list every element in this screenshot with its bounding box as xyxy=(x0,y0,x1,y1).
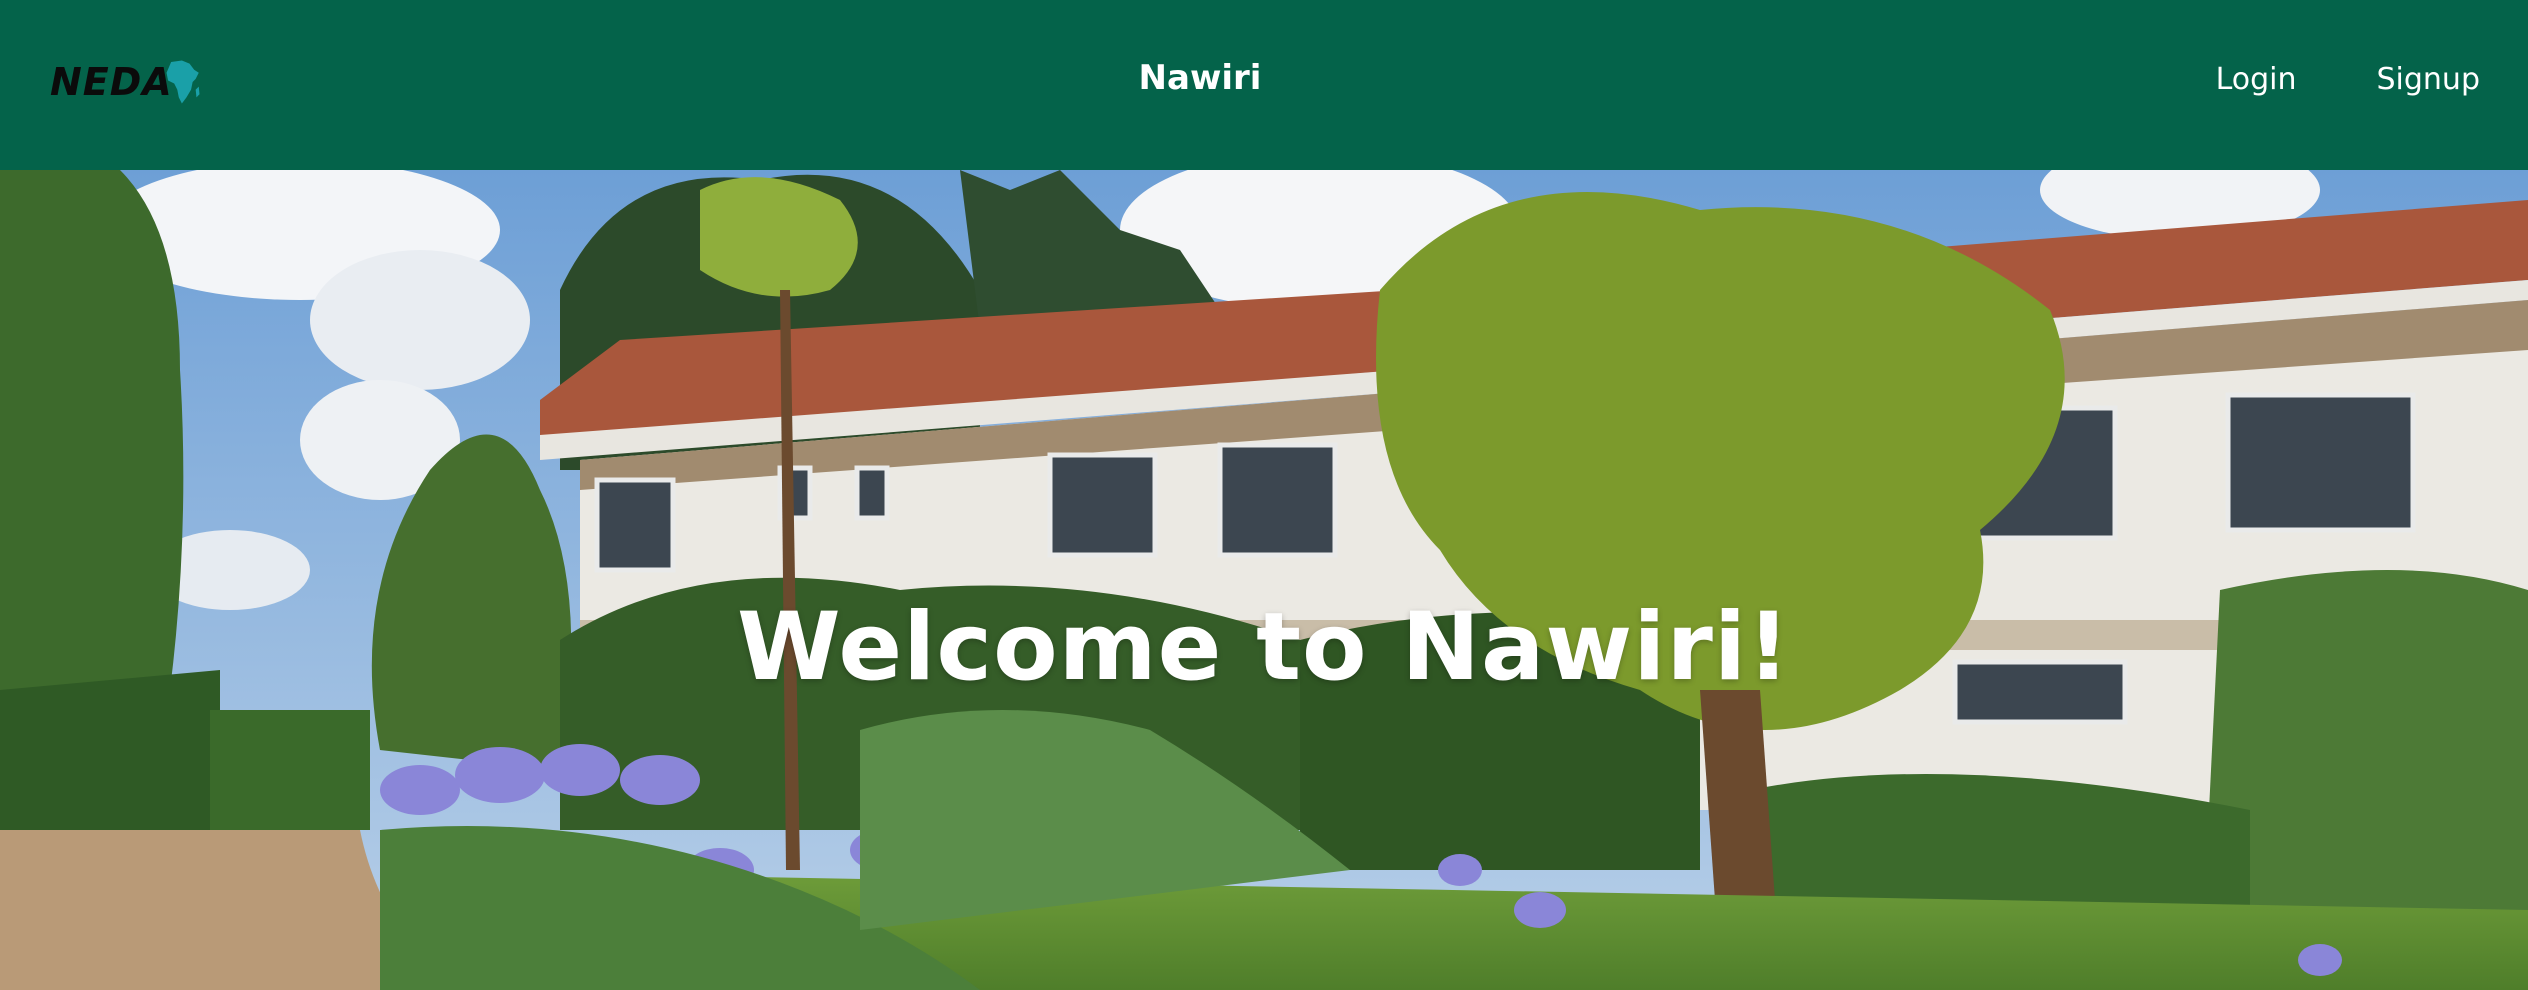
signup-link[interactable]: Signup xyxy=(2377,62,2481,97)
hero-title: Welcome to Nawiri! xyxy=(737,592,1791,702)
top-navbar: NEDA Nawiri Login Signup xyxy=(0,0,2528,170)
brand-title[interactable]: Nawiri xyxy=(0,58,2400,98)
nav-links: Login Signup xyxy=(2216,62,2480,97)
hero-background-image xyxy=(0,170,2528,990)
login-link[interactable]: Login xyxy=(2216,62,2297,97)
hero-banner: Welcome to Nawiri! xyxy=(0,170,2528,990)
